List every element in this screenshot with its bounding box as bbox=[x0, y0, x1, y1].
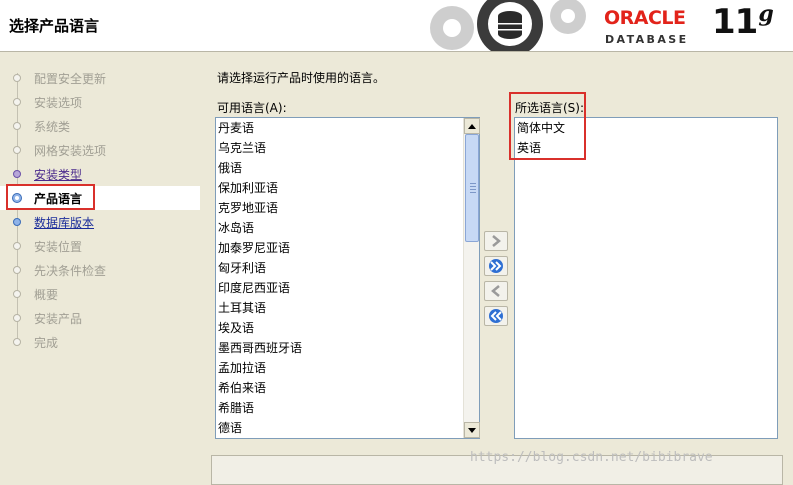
double-chevron-left-icon bbox=[489, 309, 503, 323]
nav-step-finish: 完成 bbox=[0, 330, 200, 354]
nav-step-system-class: 系统类 bbox=[0, 114, 200, 138]
nav-step-grid-option: 网格安装选项 bbox=[0, 138, 200, 162]
remove-language-button[interactable] bbox=[484, 281, 508, 301]
step-disabled-icon bbox=[13, 74, 21, 82]
language-list-item[interactable]: 加泰罗尼亚语 bbox=[216, 238, 479, 258]
nav-step-install-location: 安装位置 bbox=[0, 234, 200, 258]
language-list-item[interactable]: 德语 bbox=[216, 418, 479, 438]
arrow-up-icon bbox=[468, 123, 476, 129]
nav-step-label: 配置安全更新 bbox=[34, 71, 107, 86]
step-disabled-icon bbox=[13, 338, 21, 346]
remove-all-languages-button[interactable] bbox=[484, 306, 508, 326]
oracle-logo: ORACLE DATABASE bbox=[604, 7, 714, 47]
double-chevron-right-icon bbox=[489, 259, 503, 273]
nav-step-label: 系统类 bbox=[34, 119, 71, 134]
nav-step-configure-security: 配置安全更新 bbox=[0, 66, 200, 90]
nav-step-label: 数据库版本 bbox=[34, 215, 95, 230]
language-list-item[interactable]: 丹麦语 bbox=[216, 118, 479, 138]
logo-version-number: 11 bbox=[712, 2, 758, 42]
step-disabled-icon bbox=[13, 122, 21, 130]
step-disabled-icon bbox=[13, 266, 21, 274]
language-list-item[interactable]: 匈牙利语 bbox=[216, 258, 479, 278]
scroll-grip bbox=[470, 183, 476, 195]
gears-graphic-icon bbox=[430, 0, 586, 51]
language-list-item[interactable]: 希伯来语 bbox=[216, 378, 479, 398]
language-list-item[interactable]: 冰岛语 bbox=[216, 218, 479, 238]
language-list-item[interactable]: 埃及语 bbox=[216, 318, 479, 338]
language-list-item[interactable]: 墨西哥西班牙语 bbox=[216, 338, 479, 358]
page-title: 选择产品语言 bbox=[9, 17, 100, 35]
watermark-text: https://blog.csdn.net/bibibrave bbox=[470, 450, 713, 465]
available-languages-items: 丹麦语 乌克兰语 俄语 保加利亚语 克罗地亚语 冰岛语 加泰罗尼亚语 匈牙利语 印度尼西亚语 土耳… bbox=[216, 118, 479, 438]
available-languages-list[interactable]: 丹麦语 乌克兰语 俄语 保加利亚语 克罗地亚语 冰岛语 加泰罗尼亚语 匈牙利语 印度尼西亚语 土耳… bbox=[215, 117, 480, 439]
step-disabled-icon bbox=[13, 314, 21, 322]
language-list-item[interactable]: 保加利亚语 bbox=[216, 178, 479, 198]
language-list-item[interactable]: 克罗地亚语 bbox=[216, 198, 479, 218]
language-list-item[interactable]: 印度尼西亚语 bbox=[216, 278, 479, 298]
step-disabled-icon bbox=[13, 242, 21, 250]
nav-step-label: 概要 bbox=[34, 287, 59, 302]
selected-languages-list[interactable]: 简体中文 英语 bbox=[514, 117, 778, 439]
language-list-item[interactable]: 乌克兰语 bbox=[216, 138, 479, 158]
nav-step-label: 安装类型 bbox=[34, 167, 83, 182]
nav-step-prereq-check: 先决条件检查 bbox=[0, 258, 200, 282]
scroll-up-button[interactable] bbox=[464, 118, 480, 134]
logo-database-text: DATABASE bbox=[605, 33, 689, 46]
chevron-left-icon bbox=[491, 285, 500, 297]
nav-step-label: 安装选项 bbox=[34, 95, 83, 110]
main-panel: 请选择运行产品时使用的语言。 可用语言(A): 所选语言(S): 丹麦语 乌克兰语… bbox=[200, 53, 793, 485]
current-step-highlight-box bbox=[6, 184, 95, 210]
step-disabled-icon bbox=[13, 146, 21, 154]
nav-step-label: 安装位置 bbox=[34, 239, 83, 254]
chevron-right-icon bbox=[492, 235, 501, 247]
step-next-icon bbox=[13, 218, 21, 226]
logo-oracle-text: ORACLE bbox=[604, 7, 686, 29]
nav-step-install-option: 安装选项 bbox=[0, 90, 200, 114]
nav-step-label: 先决条件检查 bbox=[34, 263, 107, 278]
available-list-scrollbar[interactable] bbox=[463, 118, 480, 438]
instruction-text: 请选择运行产品时使用的语言。 bbox=[217, 71, 386, 85]
step-disabled-icon bbox=[13, 98, 21, 106]
language-list-item[interactable]: 俄语 bbox=[216, 158, 479, 178]
language-list-item[interactable]: 希腊语 bbox=[216, 398, 479, 418]
add-language-button[interactable] bbox=[484, 231, 508, 251]
logo-version: 11g bbox=[712, 1, 774, 50]
scroll-down-button[interactable] bbox=[464, 422, 480, 438]
available-languages-label: 可用语言(A): bbox=[217, 101, 287, 115]
nav-step-db-edition[interactable]: 数据库版本 bbox=[0, 210, 200, 234]
language-list-item[interactable]: 孟加拉语 bbox=[216, 358, 479, 378]
language-list-item[interactable]: 土耳其语 bbox=[216, 298, 479, 318]
header-banner: 选择产品语言 ORACLE DATABASE 11g bbox=[0, 0, 793, 52]
nav-step-label: 网格安装选项 bbox=[34, 143, 107, 158]
selected-languages-highlight-box bbox=[509, 92, 586, 160]
nav-step-label: 安装产品 bbox=[34, 311, 83, 326]
nav-step-install-type[interactable]: 安装类型 bbox=[0, 162, 200, 186]
nav-step-label: 完成 bbox=[34, 335, 59, 350]
nav-step-install-product: 安装产品 bbox=[0, 306, 200, 330]
arrow-down-icon bbox=[468, 427, 476, 433]
logo-version-suffix: g bbox=[758, 1, 773, 27]
step-disabled-icon bbox=[13, 290, 21, 298]
steps-nav: 配置安全更新 安装选项 系统类 网格安装选项 安装类型 产品语言 数据库版本 安… bbox=[0, 53, 200, 478]
scroll-thumb[interactable] bbox=[465, 134, 479, 242]
add-all-languages-button[interactable] bbox=[484, 256, 508, 276]
nav-step-summary: 概要 bbox=[0, 282, 200, 306]
step-visited-icon bbox=[13, 170, 21, 178]
